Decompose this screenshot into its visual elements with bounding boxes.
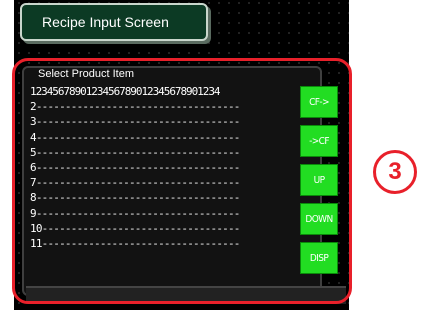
callout-badge: 3 xyxy=(373,150,417,194)
highlight-frame xyxy=(12,58,352,304)
screen-title: Recipe Input Screen xyxy=(20,3,208,41)
callout-number: 3 xyxy=(388,158,402,185)
screen-title-label: Recipe Input Screen xyxy=(42,14,169,30)
